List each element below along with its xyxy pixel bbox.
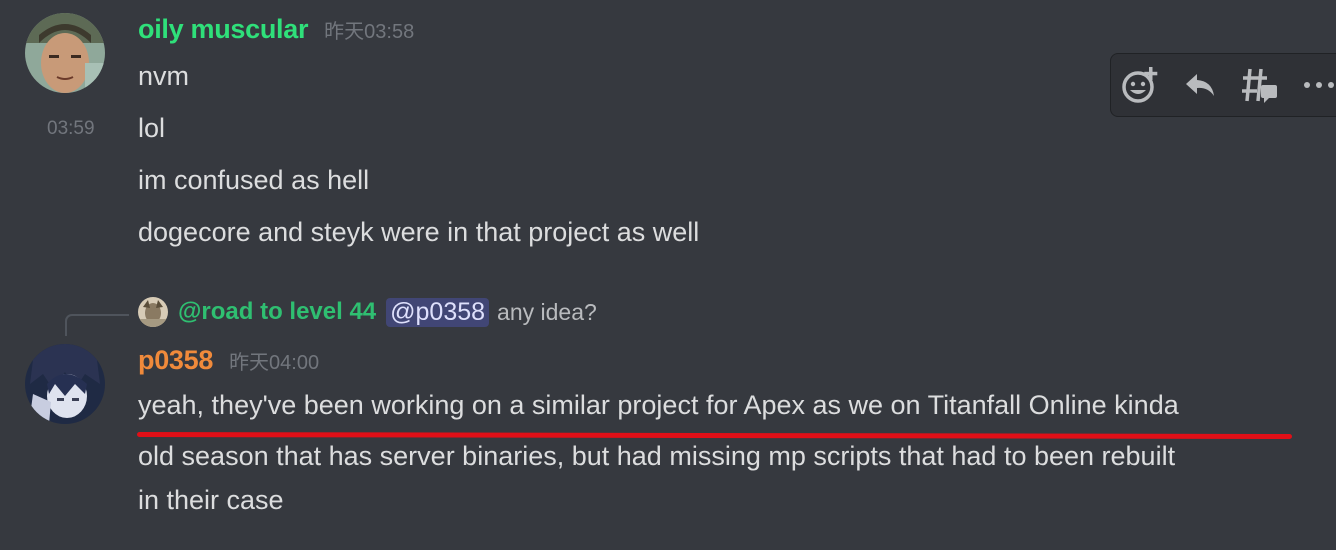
message-text: im confused as hell: [138, 165, 370, 195]
message-text: in their case: [138, 485, 284, 515]
create-thread-button[interactable]: [1230, 53, 1290, 117]
avatar[interactable]: [25, 344, 105, 424]
message-header: p0358 昨天04:00: [138, 345, 319, 376]
hover-timestamp[interactable]: 03:59: [47, 118, 95, 140]
red-highlight-underline: [136, 431, 1293, 440]
message-header: oily muscular 昨天03:58: [138, 14, 414, 45]
message-text: yeah, they've been working on a similar …: [138, 390, 1179, 420]
reply-avatar: [138, 297, 168, 327]
reply-preview[interactable]: @road to level 44 @p0358 any idea?: [138, 297, 597, 327]
add-reaction-icon: [1122, 67, 1158, 103]
reply-button[interactable]: [1171, 53, 1231, 117]
username[interactable]: p0358: [138, 345, 213, 376]
reply-text: any idea?: [497, 298, 597, 325]
reply-mention[interactable]: @p0358: [386, 297, 490, 327]
username[interactable]: oily muscular: [138, 14, 308, 45]
avatar[interactable]: [25, 13, 105, 93]
message-timestamp[interactable]: 昨天03:58: [324, 15, 414, 44]
reply-username[interactable]: @road to level 44: [178, 298, 376, 326]
add-reaction-button[interactable]: [1111, 53, 1171, 117]
more-icon: [1304, 82, 1335, 88]
message-text: nvm: [138, 61, 190, 91]
message-timestamp[interactable]: 昨天04:00: [229, 346, 319, 375]
message-text: dogecore and steyk were in that project …: [138, 217, 700, 247]
reply-connector: [65, 314, 129, 336]
message-text: lol: [138, 113, 166, 143]
message-toolbar: [1110, 53, 1336, 117]
create-thread-icon: [1241, 68, 1277, 103]
reply-icon: [1186, 74, 1215, 96]
message-text: old season that has server binaries, but…: [138, 441, 1176, 471]
more-button[interactable]: [1290, 53, 1336, 117]
